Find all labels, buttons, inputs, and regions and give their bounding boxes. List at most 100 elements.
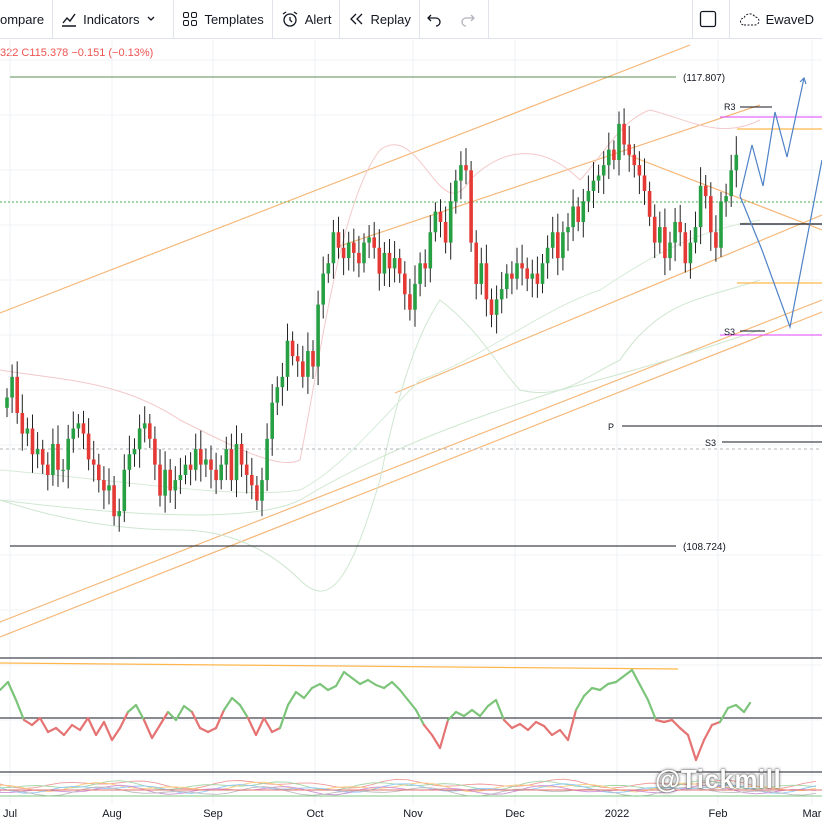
candle-body <box>418 263 422 284</box>
candle-body <box>586 190 591 202</box>
rsi-line-segment <box>6 680 18 702</box>
rsi-line-segment <box>54 726 66 737</box>
indicators-icon <box>62 13 77 27</box>
candle-body <box>494 299 499 315</box>
chevron-down-icon[interactable] <box>139 11 159 27</box>
rsi-line-segment <box>406 698 418 712</box>
rsi-line-segment <box>166 710 178 722</box>
indicators-button[interactable]: Indicators <box>53 0 175 38</box>
trend-line <box>627 154 822 231</box>
rsi-line-segment <box>510 722 522 730</box>
candle-body <box>239 443 244 465</box>
candle-body <box>709 196 713 233</box>
candle-body <box>188 464 193 470</box>
x-tick-label: Aug <box>102 808 122 820</box>
candle-body <box>703 185 708 197</box>
x-tick-label: Dec <box>505 808 525 820</box>
candle-body <box>622 123 626 145</box>
candle-body <box>66 438 70 470</box>
x-tick-label: Sep <box>203 808 223 820</box>
rsi-line-segment <box>46 726 58 734</box>
x-tick-label: Oct <box>306 808 323 820</box>
templates-button[interactable]: Templates <box>174 0 273 38</box>
candle-body <box>515 263 519 279</box>
candle-body <box>5 397 9 408</box>
candle-body <box>346 242 351 259</box>
candle-body <box>148 423 152 439</box>
candle-body <box>397 258 402 274</box>
candle-body <box>224 449 229 465</box>
candle-body <box>714 232 718 248</box>
candle-body <box>153 438 157 465</box>
candle-body <box>392 258 397 269</box>
rsi-line-segment <box>302 686 314 700</box>
candle-body <box>61 469 65 471</box>
candle-body <box>51 443 55 475</box>
candle-body <box>20 412 25 434</box>
layout-name-button[interactable]: EwaveD <box>730 0 822 38</box>
rsi-line-segment <box>638 683 650 702</box>
rsi-line-segment <box>702 723 714 742</box>
rsi-line-segment <box>22 718 34 727</box>
candle-body <box>382 252 387 274</box>
candle-body <box>724 196 728 202</box>
candle-body <box>214 469 218 481</box>
candle-body <box>326 263 331 274</box>
candle-body <box>91 459 96 465</box>
rsi-line-segment <box>390 680 402 692</box>
candle-body <box>540 263 545 284</box>
candle-body <box>285 340 290 377</box>
candle-body <box>219 464 223 481</box>
undo-button[interactable] <box>420 0 454 38</box>
rsi-line-segment <box>550 728 562 737</box>
rsi-line-segment <box>670 718 682 730</box>
candle-body <box>734 154 739 171</box>
rsi-line-segment <box>326 684 338 692</box>
candle-body <box>387 252 392 269</box>
candle-body <box>601 165 606 176</box>
square-icon <box>699 10 716 28</box>
channel-line <box>0 299 822 623</box>
redo-icon <box>461 14 475 27</box>
candle-body <box>433 211 438 233</box>
candle-body <box>377 247 382 274</box>
candle-body <box>306 351 310 377</box>
price-chart[interactable]: (117.807) (108.724) R3 S3 P S3 Jul Aug Sep Oct Nov… <box>0 38 822 826</box>
candle-body <box>647 190 652 217</box>
cloud-icon <box>739 13 760 26</box>
rsi-line-segment <box>246 716 258 737</box>
candle-body <box>30 428 35 455</box>
candle-body <box>127 454 132 470</box>
candle-body <box>566 227 570 233</box>
candle-body <box>510 273 514 279</box>
rsi-line-segment <box>478 704 490 718</box>
candle-body <box>484 263 489 300</box>
candle-body <box>168 469 172 491</box>
rsi-line-segment <box>14 698 26 722</box>
candle-body <box>505 273 509 290</box>
channel-line <box>0 44 691 314</box>
candle-body <box>658 227 662 243</box>
redo-button[interactable] <box>454 0 489 38</box>
replay-button[interactable]: Replay <box>340 0 420 38</box>
alert-button[interactable]: Alert <box>273 0 341 38</box>
rsi-line-segment <box>94 720 106 737</box>
candle-body <box>591 180 596 191</box>
upper-band <box>0 109 761 464</box>
candle-body <box>571 206 575 228</box>
candle-body <box>178 474 183 481</box>
rsi-line-segment <box>582 686 594 698</box>
candle-body <box>183 464 188 475</box>
candle-body <box>688 242 693 264</box>
rsi-line-segment <box>734 703 746 714</box>
candle-body <box>56 443 60 470</box>
candle-body <box>40 449 45 465</box>
compare-button[interactable]: ompare <box>0 0 54 38</box>
candle-body <box>443 221 448 243</box>
rsi-line-segment <box>630 668 642 687</box>
candle-body <box>107 485 111 491</box>
fullscreen-button[interactable] <box>691 0 730 38</box>
candle-body <box>719 201 723 248</box>
candle-body <box>352 242 356 253</box>
price-label-108724: (108.724) <box>683 542 726 553</box>
